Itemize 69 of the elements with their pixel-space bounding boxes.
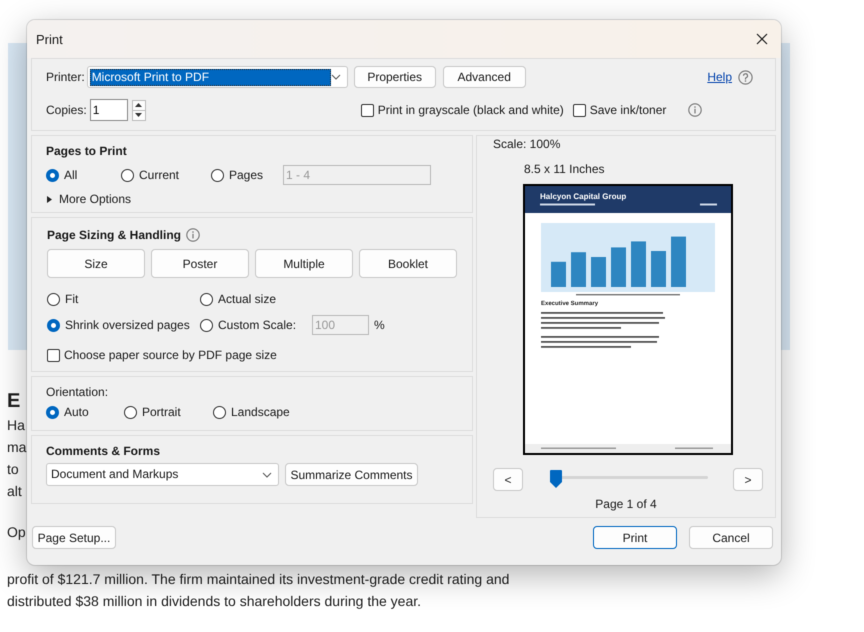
paragraph-text: Op — [7, 523, 26, 542]
print-button[interactable]: Print — [593, 526, 677, 549]
chart-bar — [591, 257, 606, 287]
spin-up-button[interactable] — [132, 100, 146, 110]
chart-bar — [671, 236, 686, 287]
advanced-button[interactable]: Advanced — [442, 66, 526, 88]
chevron-icon — [262, 472, 272, 478]
paper-size-label: 8.5 x 11 Inches — [524, 162, 604, 176]
cancel-button[interactable]: Cancel — [689, 526, 773, 549]
help-link[interactable]: Help — [707, 70, 732, 84]
paragraph-text: to — [7, 460, 19, 479]
caret-icon — [46, 196, 53, 202]
paragraph-text: Ha — [7, 416, 25, 435]
help-icon[interactable] — [738, 70, 753, 84]
radio-option[interactable]: Custom Scale: — [200, 317, 296, 333]
paragraph-text: ma — [7, 438, 26, 457]
chart-bar — [551, 262, 566, 287]
copies-field[interactable]: 1 — [90, 99, 128, 121]
document-title: Halcyon Capital Group — [540, 192, 626, 201]
page-setup-button[interactable]: Page Setup... — [32, 526, 116, 549]
more-options-toggle[interactable]: More Options — [46, 191, 132, 207]
radio-option[interactable]: Pages — [211, 167, 264, 183]
poster-button[interactable]: Poster — [151, 249, 249, 278]
chart-bar — [651, 251, 666, 287]
scale-label: Scale: 100% — [493, 137, 560, 151]
paragraph-text: alt — [7, 482, 22, 501]
printer-dropdown[interactable]: Microsoft Print to PDF — [86, 66, 348, 88]
next-page-button[interactable]: > — [733, 468, 763, 491]
chart-bar — [631, 241, 646, 287]
checkbox[interactable]: Print in grayscale (black and white) — [360, 102, 564, 118]
slider-thumb[interactable] — [550, 470, 562, 488]
radio-option[interactable]: Actual size — [200, 291, 276, 307]
comments-dropdown[interactable]: Document and Markups — [46, 463, 279, 486]
printer-label: Printer: — [46, 69, 85, 85]
checkbox[interactable]: Choose paper source by PDF page size — [47, 347, 277, 363]
section-title: Comments & Forms — [46, 444, 160, 458]
radio-option[interactable]: All — [46, 167, 78, 183]
chart-bar — [571, 252, 586, 287]
multiple-button[interactable]: Multiple — [255, 249, 353, 278]
caret-down-icon — [135, 113, 142, 117]
booklet-button[interactable]: Booklet — [359, 249, 457, 278]
document-heading: E — [7, 389, 20, 414]
close-icon — [756, 33, 768, 45]
section-title: Pages to Print — [46, 144, 127, 158]
radio-option[interactable]: Landscape — [213, 404, 290, 420]
page-indicator: Page 1 of 4 — [595, 497, 657, 511]
summarize-comments-button[interactable]: Summarize Comments — [285, 463, 418, 486]
size-button[interactable]: Size — [47, 249, 145, 278]
paragraph-text: profit of $121.7 million. The firm maintained its investment-grade credit rating and — [7, 570, 510, 589]
properties-button[interactable]: Properties — [354, 66, 436, 88]
checkbox[interactable]: Save ink/toner — [572, 102, 666, 118]
info-icon[interactable] — [186, 228, 200, 242]
radio-option[interactable]: Portrait — [124, 404, 181, 420]
previous-page-button[interactable]: < — [493, 468, 523, 491]
caret-up-icon — [135, 103, 142, 107]
window-title: Print — [36, 32, 64, 46]
radio-option[interactable]: Fit — [47, 291, 78, 307]
radio-option[interactable]: Auto — [46, 404, 89, 420]
section-title: Page Sizing & Handling — [47, 228, 182, 242]
chevron-icon — [330, 74, 341, 80]
section-title: Orientation: — [46, 385, 108, 399]
chart-bar — [611, 247, 626, 287]
paragraph-text: distributed $38 million in dividends to shareholders during the year. — [7, 592, 422, 611]
copies-label: Copies: — [46, 102, 87, 118]
radio-option[interactable]: Current — [121, 167, 180, 183]
radio-option[interactable]: Shrink oversized pages — [47, 317, 190, 333]
spin-down-button[interactable] — [132, 110, 146, 120]
percent-label: % — [374, 317, 385, 333]
info-icon[interactable] — [688, 103, 702, 117]
